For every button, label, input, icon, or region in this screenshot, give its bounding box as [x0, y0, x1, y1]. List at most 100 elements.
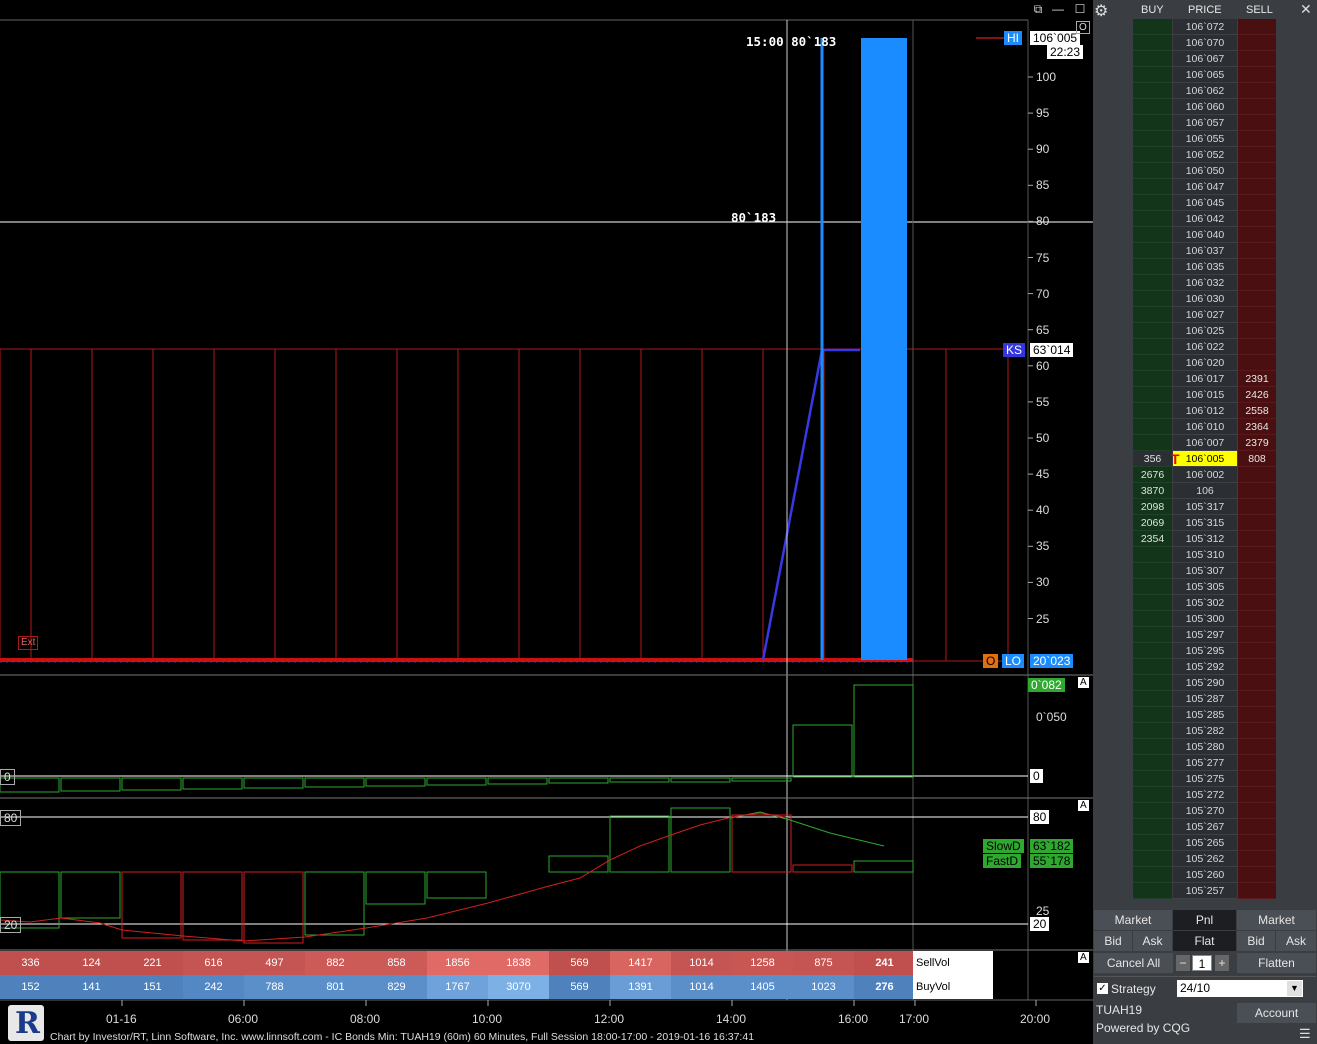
dom-buy-cell[interactable] [1133, 819, 1172, 835]
dom-price-cell[interactable]: 105`275 [1173, 771, 1237, 787]
restore-icon[interactable]: ⧉ [1031, 2, 1045, 16]
dom-price-cell[interactable]: 106`042 [1173, 211, 1237, 227]
dom-sell-cell[interactable] [1238, 707, 1276, 723]
dom-row[interactable]: 106`072 [1133, 19, 1276, 35]
account-button[interactable]: Account [1237, 1003, 1316, 1023]
dom-price-cell[interactable]: 106`007 [1173, 435, 1237, 451]
dom-row[interactable]: 106`012 2558 [1133, 403, 1276, 419]
dom-sell-cell[interactable] [1238, 243, 1276, 259]
dom-price-cell[interactable]: 105`315 [1173, 515, 1237, 531]
dom-buy-cell[interactable] [1133, 323, 1172, 339]
dom-row[interactable]: 106`010 2364 [1133, 419, 1276, 435]
dom-row[interactable]: 106`065 [1133, 67, 1276, 83]
dom-buy-cell[interactable] [1133, 19, 1172, 35]
dom-buy-cell[interactable] [1133, 195, 1172, 211]
dom-sell-cell[interactable] [1238, 755, 1276, 771]
ask-buy-button[interactable]: Ask [1133, 931, 1172, 951]
dom-buy-cell[interactable] [1133, 547, 1172, 563]
dom-price-cell[interactable]: 105`272 [1173, 787, 1237, 803]
dom-row[interactable]: 106`052 [1133, 147, 1276, 163]
dom-buy-cell[interactable] [1133, 883, 1172, 899]
dom-row[interactable]: 106`045 [1133, 195, 1276, 211]
dom-buy-cell[interactable] [1133, 435, 1172, 451]
dom-price-cell[interactable]: 105`262 [1173, 851, 1237, 867]
dom-sell-cell[interactable] [1238, 851, 1276, 867]
dom-row[interactable]: 105`257 [1133, 883, 1276, 899]
dom-sell-cell[interactable] [1238, 67, 1276, 83]
dom-buy-cell[interactable] [1133, 163, 1172, 179]
ask-sell-button[interactable]: Ask [1276, 931, 1316, 951]
dom-price-cell[interactable]: 105`307 [1173, 563, 1237, 579]
dom-buy-cell[interactable] [1133, 227, 1172, 243]
dom-price-cell[interactable]: 106`065 [1173, 67, 1237, 83]
dom-buy-cell[interactable] [1133, 115, 1172, 131]
dom-price-cell[interactable]: 106`047 [1173, 179, 1237, 195]
dom-row[interactable]: 105`275 [1133, 771, 1276, 787]
dom-buy-cell[interactable] [1133, 419, 1172, 435]
dom-row[interactable]: 105`282 [1133, 723, 1276, 739]
dom-buy-cell[interactable] [1133, 739, 1172, 755]
dom-row[interactable]: 106`030 [1133, 291, 1276, 307]
dom-price-cell[interactable]: 105`312 [1173, 531, 1237, 547]
dom-row[interactable]: 105`300 [1133, 611, 1276, 627]
dom-buy-cell[interactable] [1133, 259, 1172, 275]
dom-buy-cell[interactable] [1133, 339, 1172, 355]
dom-buy-cell[interactable] [1133, 723, 1172, 739]
market-buy-button[interactable]: Market [1094, 910, 1172, 930]
dom-price-cell[interactable]: 105`305 [1173, 579, 1237, 595]
dom-price-cell[interactable]: 105`295 [1173, 643, 1237, 659]
dom-sell-cell[interactable] [1238, 531, 1276, 547]
dom-row[interactable]: 106`057 [1133, 115, 1276, 131]
dom-sell-cell[interactable] [1238, 19, 1276, 35]
dom-row[interactable]: 105`295 [1133, 643, 1276, 659]
dom-sell-cell[interactable] [1238, 483, 1276, 499]
dom-price-cell[interactable]: 106`060 [1173, 99, 1237, 115]
dom-price-cell[interactable]: 105`282 [1173, 723, 1237, 739]
dom-row[interactable]: 105`262 [1133, 851, 1276, 867]
dom-price-cell[interactable]: 106`015 [1173, 387, 1237, 403]
dom-sell-cell[interactable] [1238, 291, 1276, 307]
dom-sell-cell[interactable] [1238, 99, 1276, 115]
dom-buy-cell[interactable] [1133, 291, 1172, 307]
dom-buy-cell[interactable] [1133, 67, 1172, 83]
dom-price-cell[interactable]: 105`300 [1173, 611, 1237, 627]
dom-price-cell[interactable]: 105`287 [1173, 691, 1237, 707]
bid-buy-button[interactable]: Bid [1094, 931, 1132, 951]
cancel-all-button[interactable]: Cancel All [1094, 953, 1173, 973]
dom-price-cell[interactable]: 105`297 [1173, 627, 1237, 643]
close-icon[interactable]: ✕ [1300, 1, 1312, 18]
dom-buy-cell[interactable] [1133, 675, 1172, 691]
dom-row[interactable]: 2676 106`002 [1133, 467, 1276, 483]
dom-row[interactable]: 2098 105`317 [1133, 499, 1276, 515]
dom-sell-cell[interactable] [1238, 179, 1276, 195]
dom-price-cell[interactable]: 106`062 [1173, 83, 1237, 99]
dom-buy-cell[interactable] [1133, 643, 1172, 659]
bid-sell-button[interactable]: Bid [1237, 931, 1275, 951]
dom-price-cell[interactable]: 105`310 [1173, 547, 1237, 563]
dom-sell-cell[interactable] [1238, 787, 1276, 803]
dom-row[interactable]: 105`280 [1133, 739, 1276, 755]
dom-buy-cell[interactable]: 356 [1133, 451, 1172, 467]
market-sell-button[interactable]: Market [1237, 910, 1316, 930]
dom-row[interactable]: 3870 106 [1133, 483, 1276, 499]
dom-buy-cell[interactable] [1133, 579, 1172, 595]
dom-price-cell[interactable]: 106`025 [1173, 323, 1237, 339]
dom-price-cell[interactable]: 106`032 [1173, 275, 1237, 291]
panel2-autoscale[interactable]: A [1078, 677, 1089, 688]
dom-buy-cell[interactable] [1133, 691, 1172, 707]
dom-row[interactable]: 106`022 [1133, 339, 1276, 355]
dom-sell-cell[interactable] [1238, 643, 1276, 659]
dom-buy-cell[interactable] [1133, 563, 1172, 579]
dom-sell-cell[interactable] [1238, 883, 1276, 899]
dom-buy-cell[interactable] [1133, 867, 1172, 883]
dom-row[interactable]: 105`260 [1133, 867, 1276, 883]
dom-price-cell[interactable]: 105`265 [1173, 835, 1237, 851]
dom-row[interactable]: 105`310 [1133, 547, 1276, 563]
dom-sell-cell[interactable] [1238, 771, 1276, 787]
dom-row[interactable]: 106`055 [1133, 131, 1276, 147]
panel3-autoscale[interactable]: A [1078, 800, 1089, 811]
dom-sell-cell[interactable] [1238, 195, 1276, 211]
settings-panel-icon[interactable]: ☰ [1299, 1026, 1311, 1042]
dom-price-cell[interactable]: 105`280 [1173, 739, 1237, 755]
dom-buy-cell[interactable] [1133, 707, 1172, 723]
